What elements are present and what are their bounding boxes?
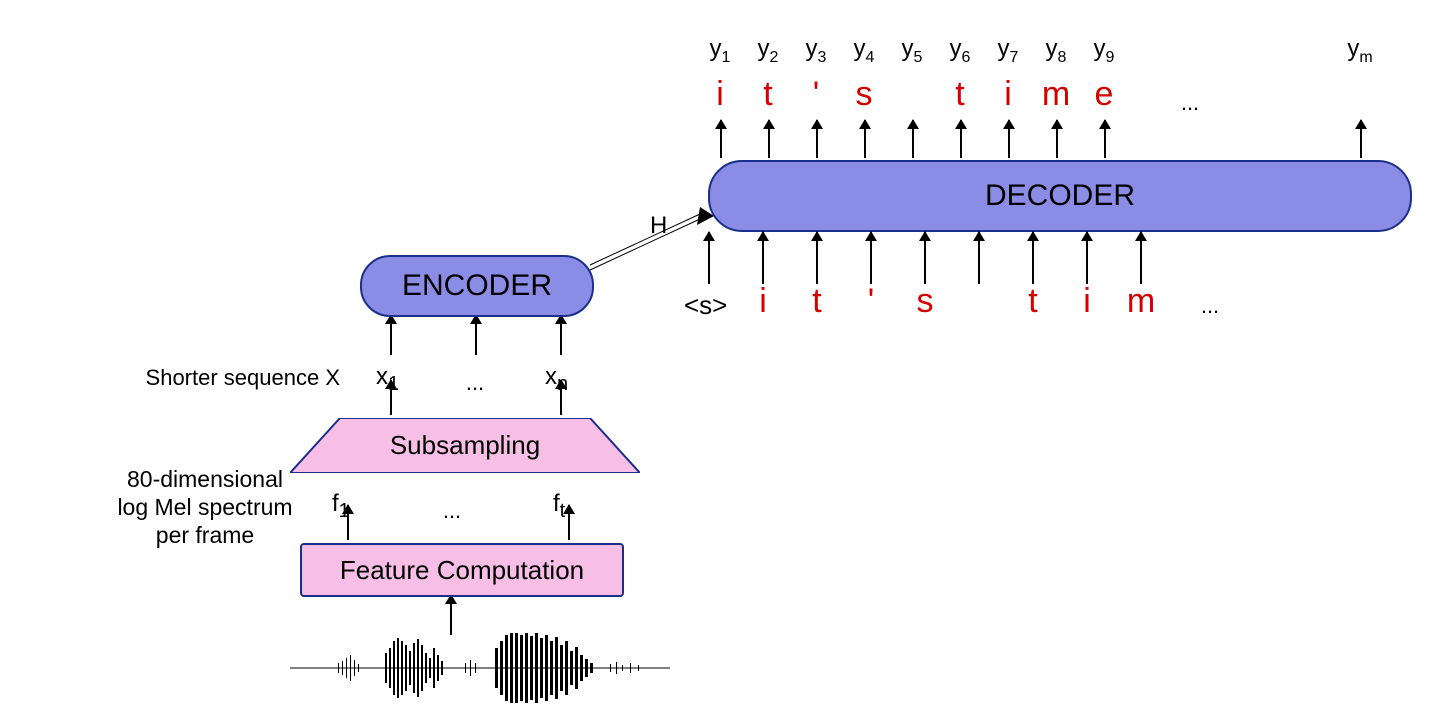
arrow-dec-in-2: [816, 232, 818, 284]
mel-l3: per frame: [100, 521, 310, 549]
x-ellipsis: ...: [455, 370, 495, 396]
dec-out-3: ': [796, 75, 836, 114]
y5: y5: [892, 35, 932, 67]
arrow-dec-in-0: [708, 232, 710, 284]
diagram-stage: Feature Computation f1 ... ft 80-dimensi…: [0, 0, 1434, 718]
arrow-dec-in-3: [870, 232, 872, 284]
arrow-dec-in-1: [762, 232, 764, 284]
arrow-dec-in-6: [1032, 232, 1034, 284]
y4: y4: [844, 35, 884, 67]
mel-l2: log Mel spectrum: [100, 493, 310, 521]
waveform-icon: [290, 633, 670, 703]
shorter-seq-label: Shorter sequence X: [100, 365, 340, 391]
y6: y6: [940, 35, 980, 67]
dec-in-3: ': [846, 282, 896, 321]
dec-out-7: i: [988, 75, 1028, 114]
encoder-label: ENCODER: [402, 269, 552, 303]
feature-computation-label: Feature Computation: [340, 555, 584, 585]
arrow-dec-out-3: [816, 120, 818, 158]
dec-out-4: s: [844, 75, 884, 114]
dec-in-1: i: [738, 282, 788, 321]
arrow-dec-out-6: [960, 120, 962, 158]
arrow-dec-out-7: [1008, 120, 1010, 158]
dec-in-7: i: [1062, 282, 1112, 321]
dec-in-6: t: [1008, 282, 1058, 321]
encoder-box: ENCODER: [360, 255, 594, 317]
dec-in-ellipsis: ...: [1190, 293, 1230, 319]
arrow-dec-out-2: [768, 120, 770, 158]
f-ellipsis: ...: [432, 498, 472, 524]
dec-out-8: m: [1036, 75, 1076, 114]
dec-out-2: t: [748, 75, 788, 114]
decoder-box: DECODER: [708, 160, 1412, 232]
arrow-dec-out-4: [864, 120, 866, 158]
mel-caption: 80-dimensional log Mel spectrum per fram…: [100, 465, 310, 549]
dec-in-8: m: [1116, 282, 1166, 321]
arrow-dec-out-8: [1056, 120, 1058, 158]
arrow-xn-to-enc: [560, 315, 562, 355]
arrow-wave-to-feature: [450, 595, 452, 635]
mel-l1: 80-dimensional: [100, 465, 310, 493]
feature-computation-box: Feature Computation: [300, 543, 624, 597]
y9: y9: [1084, 35, 1124, 67]
ft-label: ft: [553, 490, 565, 523]
arrow-xmid-to-enc: [475, 315, 477, 355]
start-token: <s>: [684, 290, 727, 321]
y7: y7: [988, 35, 1028, 67]
dec-out-6: t: [940, 75, 980, 114]
arrow-dec-out-m: [1360, 120, 1362, 158]
arrow-dec-in-7: [1086, 232, 1088, 284]
arrow-ft: [568, 505, 570, 540]
arrow-dec-in-4: [924, 232, 926, 284]
f1-label: f1: [332, 490, 350, 523]
dec-in-2: t: [792, 282, 842, 321]
ym: ym: [1340, 35, 1380, 67]
y8: y8: [1036, 35, 1076, 67]
arrow-dec-out-1: [720, 120, 722, 158]
dec-out-9: e: [1084, 75, 1124, 114]
encoder-to-decoder-arrow: [582, 205, 717, 275]
arrow-x1-to-enc: [390, 315, 392, 355]
dec-out-ellipsis: ...: [1170, 90, 1210, 116]
dec-in-4: s: [900, 282, 950, 321]
subsampling-label: Subsampling: [290, 430, 640, 461]
arrow-dec-in-8: [1140, 232, 1142, 284]
y2: y2: [748, 35, 788, 67]
y3: y3: [796, 35, 836, 67]
arrow-dec-out-9: [1104, 120, 1106, 158]
y1: y1: [700, 35, 740, 67]
arrow-dec-out-5: [912, 120, 914, 158]
decoder-label: DECODER: [985, 179, 1135, 213]
xn-label: xn: [545, 363, 568, 396]
arrow-dec-in-5: [978, 232, 980, 284]
dec-out-1: i: [700, 75, 740, 114]
x1-label: x1: [376, 363, 399, 396]
